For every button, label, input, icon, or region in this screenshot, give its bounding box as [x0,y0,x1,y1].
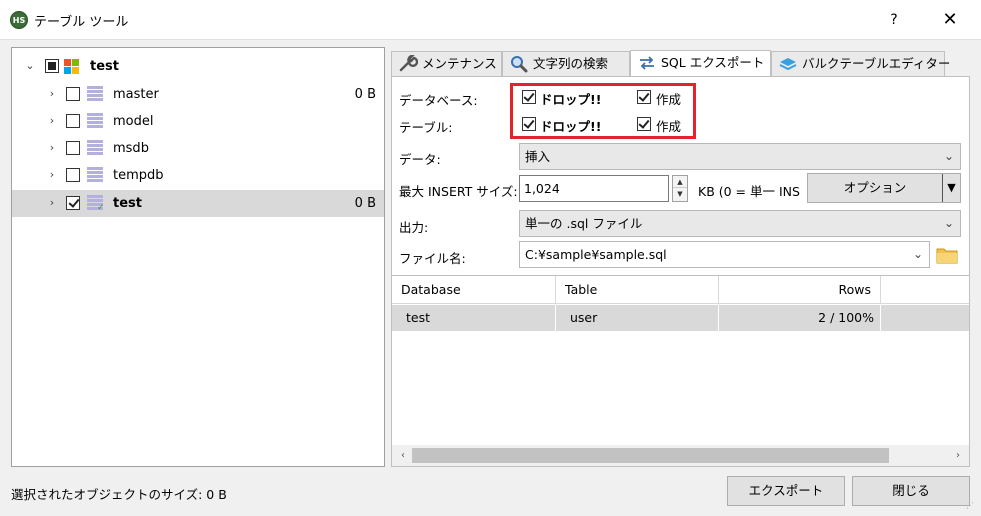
tree-item-label: model [113,114,154,129]
chevron-right-icon[interactable]: › [46,168,58,182]
database-tree: ⌄ test › master 0 B › model › msdb › tem… [11,47,385,467]
scrollbar-thumb[interactable] [412,448,889,463]
scroll-right-icon[interactable]: › [950,448,966,464]
tab-label: バルクテーブルエディター [802,56,951,71]
tree-item-tempdb[interactable]: › tempdb [12,162,384,189]
database-drop-label: ドロップ!! [540,92,602,107]
table-drop-checkbox[interactable] [522,117,536,131]
database-create-label: 作成 [656,92,682,107]
tab-maintenance[interactable]: メンテナンス [391,51,502,77]
database-icon [87,86,103,103]
scroll-left-icon[interactable]: ‹ [395,448,411,464]
column-header-rows[interactable]: Rows [719,276,881,304]
tree-item-size: 0 B [354,87,376,102]
output-select[interactable]: 単一の .sql ファイル ⌄ [519,210,961,237]
tab-label: 文字列の検索 [533,56,609,71]
tree-root-checkbox[interactable] [45,59,59,73]
database-create-checkbox[interactable] [637,90,651,104]
output-select-value: 単一の .sql ファイル [525,216,643,231]
max-insert-label: 最大 INSERT サイズ: [399,184,518,199]
horizontal-scrollbar[interactable]: ‹ › [392,445,969,466]
database-label: データベース: [399,93,478,108]
wrench-icon [399,55,418,72]
chevron-right-icon[interactable]: › [46,114,58,128]
column-header-database[interactable]: Database [392,276,556,304]
data-select-value: 挿入 [525,149,551,164]
selected-size-status: 選択されたオブジェクトのサイズ: 0 B [11,487,227,502]
table-label: テーブル: [399,120,453,135]
export-results-table: Database Table Rows test user 2 / 100% ‹… [391,275,970,467]
table-create-checkbox[interactable] [637,117,651,131]
cell-database: test [392,305,556,331]
folder-icon[interactable] [934,242,960,268]
table-create-label: 作成 [656,119,682,134]
tree-root-row[interactable]: ⌄ test [12,53,384,80]
options-button[interactable]: オプション ▼ [807,173,961,203]
tree-item-label: master [113,87,159,102]
cell-rows: 2 / 100% [719,305,881,331]
tree-item-label: msdb [113,141,149,156]
close-button[interactable]: 閉じる [852,476,970,506]
chevron-right-icon[interactable]: › [46,196,58,210]
tree-item-checkbox[interactable] [66,168,80,182]
help-button[interactable]: ? [880,6,908,34]
tree-root-label: test [90,59,119,74]
close-window-button[interactable]: ✕ [934,6,966,34]
tab-label: メンテナンス [422,56,497,71]
tree-item-msdb[interactable]: › msdb [12,135,384,162]
export-button[interactable]: エクスポート [727,476,845,506]
tree-item-master[interactable]: › master 0 B [12,81,384,108]
filename-label: ファイル名: [399,251,466,266]
cell-table: user [556,305,719,331]
table-drop-label: ドロップ!! [540,119,602,134]
data-select[interactable]: 挿入 ⌄ [519,143,961,170]
chevron-right-icon[interactable]: › [46,87,58,101]
app-icon: HS [10,11,28,29]
chevron-down-icon: ⌄ [943,149,954,163]
title-bar: HS テーブル ツール ? ✕ [0,0,981,40]
database-checked-icon: ✓ [87,195,105,213]
chevron-down-icon[interactable]: ⌄ [24,59,36,73]
tree-item-checkbox[interactable] [66,87,80,101]
column-header-table[interactable]: Table [556,276,719,304]
tree-item-checkbox[interactable] [66,141,80,155]
max-insert-spinner[interactable]: ▲ ▼ [672,175,688,202]
tab-string-search[interactable]: 文字列の検索 [502,51,630,77]
options-button-label: オプション [843,180,907,195]
tab-bulk-table-editor[interactable]: バルクテーブルエディター [771,51,950,77]
resize-grip-icon[interactable]: ⋰ [966,500,978,512]
max-insert-input[interactable]: 1,024 [519,175,669,202]
export-arrows-icon [640,56,654,70]
dropdown-arrow-icon[interactable]: ▼ [942,174,960,202]
tab-label: SQL エクスポート [661,55,765,70]
table-row[interactable]: test user 2 / 100% [392,305,969,331]
chevron-down-icon: ⌄ [912,247,923,261]
spin-down-icon[interactable]: ▼ [673,188,687,200]
tree-item-checkbox[interactable] [66,114,80,128]
chevron-down-icon: ⌄ [943,216,954,230]
database-icon [87,167,103,184]
tree-item-checkbox[interactable] [66,196,80,210]
filename-value: C:¥sample¥sample.sql [525,247,667,262]
database-icon [87,113,103,130]
tree-item-label: tempdb [113,168,164,183]
tree-item-size: 0 B [354,196,376,211]
kb-note: KB (0 = 単一 INS [698,184,800,199]
tree-item-test[interactable]: › ✓ test 0 B [12,190,384,217]
output-label: 出力: [399,220,429,235]
spin-up-icon[interactable]: ▲ [673,176,687,188]
data-label: データ: [399,152,441,167]
table-stack-icon [779,58,797,71]
window-title: テーブル ツール [34,15,129,30]
tab-sql-export[interactable]: SQL エクスポート [630,50,771,77]
filename-combo[interactable]: C:¥sample¥sample.sql ⌄ [519,241,930,268]
magnifier-icon [511,56,528,73]
chevron-right-icon[interactable]: › [46,141,58,155]
tree-item-label: test [113,196,142,211]
database-drop-checkbox[interactable] [522,90,536,104]
server-windows-icon [64,59,80,75]
tree-item-model[interactable]: › model [12,108,384,135]
table-header: Database Table Rows [392,276,969,304]
database-icon [87,140,103,157]
